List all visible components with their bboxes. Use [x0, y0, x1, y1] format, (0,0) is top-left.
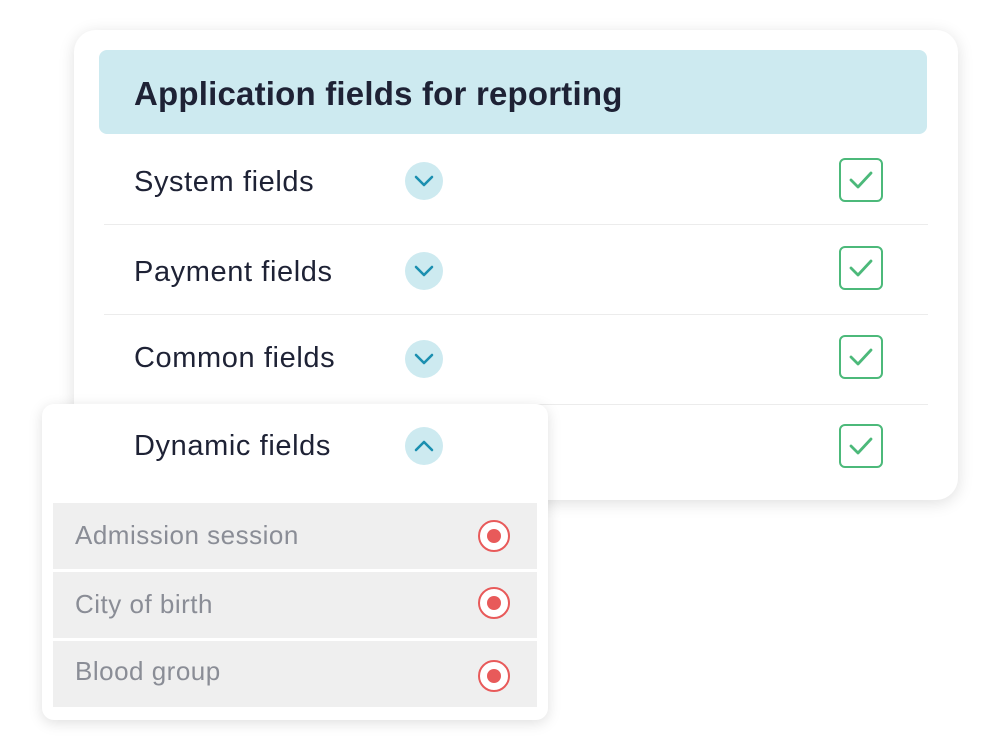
chevron-up-icon[interactable] [405, 427, 443, 465]
dynamic-field-item[interactable]: Blood group [53, 641, 537, 707]
field-group-label[interactable]: Dynamic fields [134, 430, 331, 463]
dynamic-fields-dropdown: Dynamic fields Admission session City of… [42, 404, 548, 720]
chevron-down-icon[interactable] [405, 340, 443, 378]
checkbox-checked-icon[interactable] [839, 246, 883, 290]
field-group-label: Common fields [134, 342, 336, 374]
dynamic-field-label: Blood group [75, 656, 221, 686]
radio-selected-icon[interactable] [478, 587, 510, 619]
field-group-payment[interactable]: Payment fields [104, 226, 928, 315]
panel-header: Application fields for reporting [99, 50, 927, 134]
radio-selected-icon[interactable] [478, 520, 510, 552]
checkbox-checked-icon[interactable] [839, 158, 883, 202]
checkbox-checked-icon[interactable] [839, 335, 883, 379]
field-group-system[interactable]: System fields [104, 136, 928, 225]
panel-title: Application fields for reporting [134, 75, 623, 112]
field-group-label: Payment fields [134, 256, 333, 288]
chevron-down-icon[interactable] [405, 252, 443, 290]
dynamic-field-item[interactable]: City of birth [53, 572, 537, 638]
radio-selected-icon[interactable] [478, 660, 510, 692]
checkbox-checked-icon[interactable] [839, 424, 883, 468]
field-group-label: System fields [134, 166, 315, 198]
dynamic-field-label: Admission session [75, 520, 299, 550]
field-group-common[interactable]: Common fields [104, 316, 928, 405]
dynamic-field-label: City of birth [75, 589, 213, 619]
chevron-down-icon[interactable] [405, 162, 443, 200]
dynamic-field-item[interactable]: Admission session [53, 503, 537, 569]
